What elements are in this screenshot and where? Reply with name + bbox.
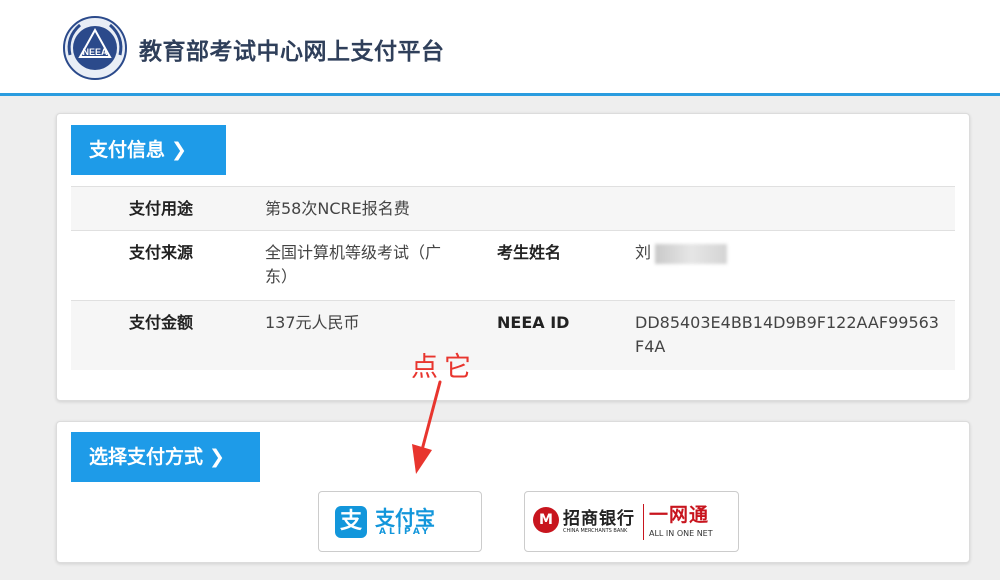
neea-id-label: NEEA ID [497,313,570,332]
candidate-name-value: 刘 [635,241,947,265]
table-row: 支付金额 137元人民币 NEEA ID DD85403E4BB14D9B9F1… [71,300,955,370]
payment-method-title: 选择支付方式 [89,446,204,468]
annotation-arrow-icon [412,380,442,474]
payment-method-panel: 选择支付方式 ❯ 支 支付宝 ALIPAY M 招商银行 CHINA MERCHA… [56,421,970,563]
candidate-name-text: 刘 [635,243,652,262]
payment-info-table: 支付用途 第58次NCRE报名费 支付来源 全国计算机等级考试（广东） 考生姓名… [71,186,955,370]
cmb-netpay-button[interactable]: M 招商银行 CHINA MERCHANTS BANK 一网通 ALL IN O… [524,491,739,552]
payment-info-panel: 支付信息 ❯ 支付用途 第58次NCRE报名费 支付来源 全国计算机等级考试（广东… [56,113,970,401]
redaction-blur [655,243,728,264]
cmb-net-english: ALL IN ONE NET [649,529,713,538]
neea-id-value: DD85403E4BB14D9B9F122AAF99563F4A [635,313,939,356]
cmb-name: 招商银行 [563,509,635,529]
cmb-english-name: CHINA MERCHANTS BANK [563,528,628,534]
alipay-button[interactable]: 支 支付宝 ALIPAY [318,491,482,552]
table-row: 支付来源 全国计算机等级考试（广东） 考生姓名 刘 [71,230,955,300]
logo-text: NEEA [82,47,108,57]
chevron-right-icon: ❯ [171,139,187,161]
purpose-label: 支付用途 [129,199,194,218]
source-label: 支付来源 [129,243,194,262]
purpose-value: 第58次NCRE报名费 [265,199,410,218]
neea-logo-icon: NEEA [63,16,127,80]
payment-info-title: 支付信息 [89,139,166,161]
amount-label: 支付金额 [129,313,194,332]
chevron-right-icon: ❯ [209,446,225,468]
payment-method-tab: 选择支付方式 ❯ [71,432,260,482]
header-bar: NEEA 教育部考试中心网上支付平台 [0,0,1000,96]
cmb-divider [643,504,644,540]
payment-info-tab: 支付信息 ❯ [71,125,226,175]
site-title: 教育部考试中心网上支付平台 [139,39,445,65]
table-row: 支付用途 第58次NCRE报名费 [71,186,955,230]
cmb-logo-icon: M [533,507,559,533]
cmb-net-name: 一网通 [649,504,710,526]
candidate-name-label: 考生姓名 [497,243,562,262]
alipay-icon: 支 [335,506,367,538]
alipay-subtitle: ALIPAY [379,527,432,537]
source-value: 全国计算机等级考试（广东） [265,243,442,286]
amount-value: 137元人民币 [265,313,360,332]
